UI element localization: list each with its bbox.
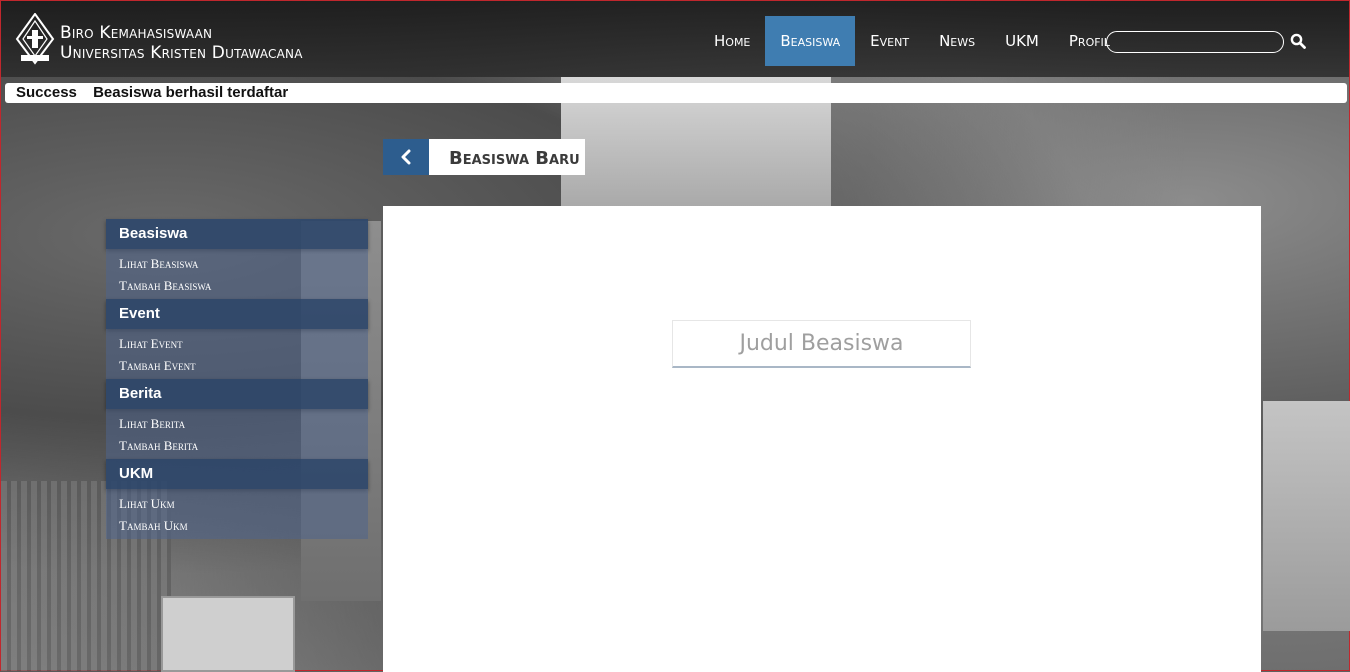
background-building — [1263, 401, 1350, 631]
sidebar-heading: Beasiswa — [106, 219, 368, 249]
search-input[interactable] — [1106, 31, 1284, 53]
brand-line-1: Biro Kemahasiswaan — [60, 23, 213, 43]
judul-beasiswa-input[interactable] — [672, 320, 971, 368]
sidebar-section-ukm: UKM Lihat Ukm Tambah Ukm — [106, 459, 368, 539]
brand-title[interactable]: Biro Kemahasiswaan Universitas Kristen D… — [60, 23, 303, 63]
nav-news[interactable]: News — [924, 16, 990, 66]
back-button[interactable] — [383, 139, 429, 175]
sidebar-item-lihat-berita[interactable]: Lihat Berita — [106, 413, 368, 435]
form-panel — [383, 206, 1261, 672]
alert-message: Beasiswa berhasil terdaftar — [93, 84, 289, 101]
success-alert: Success Beasiswa berhasil terdaftar — [5, 83, 1347, 103]
chevron-left-icon — [401, 149, 411, 165]
sidebar-item-lihat-ukm[interactable]: Lihat Ukm — [106, 493, 368, 515]
sidebar-item-tambah-beasiswa[interactable]: Tambah Beasiswa — [106, 275, 368, 297]
main-nav: Home Beasiswa Event News UKM Profil — [699, 16, 1125, 66]
sidebar-items: Lihat Event Tambah Event — [106, 329, 368, 379]
nav-beasiswa[interactable]: Beasiswa — [765, 16, 856, 66]
brand-line-2: Universitas Kristen Dutawacana — [60, 43, 303, 63]
top-navbar: Biro Kemahasiswaan Universitas Kristen D… — [1, 1, 1349, 77]
sidebar-item-tambah-event[interactable]: Tambah Event — [106, 355, 368, 377]
nav-home[interactable]: Home — [699, 16, 765, 66]
nav-ukm[interactable]: UKM — [990, 16, 1054, 66]
sidebar-heading: Event — [106, 299, 368, 329]
background-container — [161, 596, 295, 672]
sidebar-heading: UKM — [106, 459, 368, 489]
sidebar-section-event: Event Lihat Event Tambah Event — [106, 299, 368, 379]
sidebar-item-tambah-ukm[interactable]: Tambah Ukm — [106, 515, 368, 537]
sidebar-items: Lihat Ukm Tambah Ukm — [106, 489, 368, 539]
sidebar-item-lihat-beasiswa[interactable]: Lihat Beasiswa — [106, 253, 368, 275]
sidebar-item-lihat-event[interactable]: Lihat Event — [106, 333, 368, 355]
nav-event[interactable]: Event — [855, 16, 924, 66]
sidebar-heading: Berita — [106, 379, 368, 409]
sidebar-section-berita: Berita Lihat Berita Tambah Berita — [106, 379, 368, 459]
search-icon[interactable] — [1290, 33, 1306, 49]
university-logo-icon[interactable] — [15, 13, 55, 65]
sidebar-section-beasiswa: Beasiswa Lihat Beasiswa Tambah Beasiswa — [106, 219, 368, 299]
alert-title: Success — [16, 84, 77, 101]
sidebar-items: Lihat Berita Tambah Berita — [106, 409, 368, 459]
sidebar-item-tambah-berita[interactable]: Tambah Berita — [106, 435, 368, 457]
sidebar: Beasiswa Lihat Beasiswa Tambah Beasiswa … — [106, 219, 368, 539]
page-title: Beasiswa Baru — [429, 139, 585, 175]
sidebar-items: Lihat Beasiswa Tambah Beasiswa — [106, 249, 368, 299]
